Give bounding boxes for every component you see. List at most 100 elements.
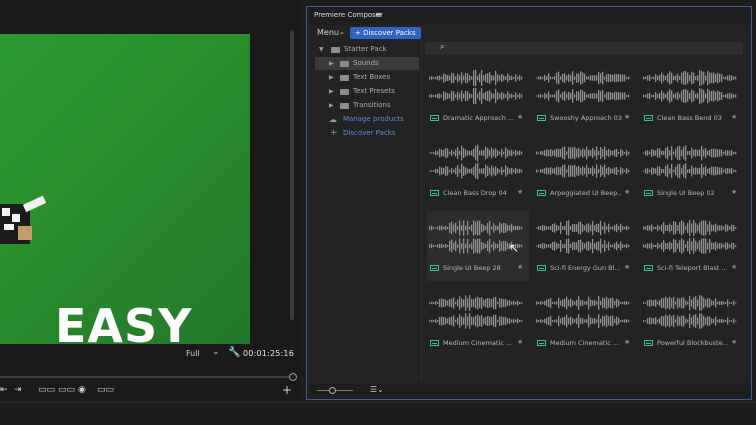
go-to-out-icon[interactable]: ⇥ xyxy=(14,385,22,395)
mark-in-icon[interactable]: ⇤ xyxy=(0,385,8,395)
chevron-down-icon[interactable]: ⌄ xyxy=(339,28,345,36)
favorite-star-icon[interactable]: ★ xyxy=(731,188,737,196)
sound-card[interactable]: Clean Bass Bend 03 ★ xyxy=(641,61,743,131)
waveform-icon xyxy=(429,295,523,329)
sound-file-icon xyxy=(537,190,546,196)
sound-card[interactable]: Clean Bass Drop 04 ★ xyxy=(427,136,529,206)
sound-card-label: Clean Bass Drop 04 xyxy=(443,189,507,197)
folder-icon xyxy=(340,75,349,81)
favorite-star-icon[interactable]: ★ xyxy=(517,188,523,196)
tree-item-label: Sounds xyxy=(353,59,379,67)
panel-footer: ☰⌄ xyxy=(307,383,751,399)
timecode-display: 00:01:25:16 xyxy=(243,349,295,358)
hand-graphic xyxy=(0,195,47,244)
favorite-star-icon[interactable]: ★ xyxy=(517,338,523,346)
waveform-icon xyxy=(643,145,737,179)
favorite-star-icon[interactable]: ★ xyxy=(517,263,523,271)
sound-card-label: Powerful Blockbuste... xyxy=(657,339,729,347)
sound-card-label: Single UI Beep 02 xyxy=(657,189,715,197)
sound-file-icon xyxy=(537,265,546,271)
status-bar xyxy=(0,402,756,425)
menu-button[interactable]: Menu xyxy=(317,28,339,37)
sound-card[interactable]: Medium Cinematic ... ★ xyxy=(534,286,636,356)
favorite-star-icon[interactable]: ★ xyxy=(624,188,630,196)
favorite-star-icon[interactable]: ★ xyxy=(624,113,630,121)
wrench-icon[interactable]: 🔧 xyxy=(228,347,240,358)
chevron-right-icon[interactable]: ▶ xyxy=(329,71,334,84)
sound-file-icon xyxy=(537,115,546,121)
compare-icon[interactable]: ▭▭ xyxy=(97,385,114,395)
favorite-star-icon[interactable]: ★ xyxy=(517,113,523,121)
tree-item-label: Starter Pack xyxy=(344,45,387,53)
panel-divider[interactable] xyxy=(421,39,422,387)
tree-item-transitions[interactable]: ▶ Transitions xyxy=(315,99,419,112)
chevron-down-icon[interactable]: ⌄ xyxy=(212,347,220,357)
pack-tree: ▼ Starter Pack ▶ Sounds ▶ Text Boxes ▶ T… xyxy=(315,43,419,383)
hamburger-icon[interactable]: ≡ xyxy=(375,10,382,19)
sound-file-icon xyxy=(430,265,439,271)
sound-card-label: Dramatic Approach ... xyxy=(443,114,515,122)
sound-card[interactable]: Sci-fi Energy Gun Bl... ★ xyxy=(534,211,636,281)
panel-title: Premiere Composer xyxy=(314,11,384,19)
waveform-icon xyxy=(536,296,630,328)
favorite-star-icon[interactable]: ★ xyxy=(731,113,737,121)
favorite-star-icon[interactable]: ★ xyxy=(624,338,630,346)
waveform-icon xyxy=(643,70,737,104)
extract-icon[interactable]: ▭▭ xyxy=(58,385,75,395)
tree-item-sounds[interactable]: ▶ Sounds xyxy=(315,57,419,70)
sound-card-label: Sci-fi Teleport Blast ... xyxy=(657,264,728,272)
tree-item-label: Transitions xyxy=(353,101,391,109)
resolution-select[interactable]: Full xyxy=(186,349,200,358)
sound-file-icon xyxy=(430,115,439,121)
sound-card[interactable]: Single UI Beep 02 ★ xyxy=(641,136,743,206)
slider-knob[interactable] xyxy=(329,387,336,394)
discover-packs-link[interactable]: + Discover Packs xyxy=(315,127,419,140)
sound-card-label: Medium Cinematic ... xyxy=(443,339,513,347)
waveform-icon xyxy=(536,220,630,254)
playhead-track[interactable] xyxy=(0,376,292,378)
waveform-icon xyxy=(429,69,523,105)
sound-card[interactable]: Arpeggiated UI Beep... ★ xyxy=(534,136,636,206)
sound-file-icon xyxy=(537,340,546,346)
chevron-right-icon[interactable]: ▶ xyxy=(329,57,334,70)
discover-packs-label[interactable]: Discover Packs xyxy=(343,127,395,140)
waveform-icon xyxy=(536,71,630,103)
folder-icon xyxy=(340,61,349,67)
tree-item-text-boxes[interactable]: ▶ Text Boxes xyxy=(315,71,419,84)
favorite-star-icon[interactable]: ★ xyxy=(731,338,737,346)
program-monitor: EASY Full ⌄ 🔧 00:01:25:16 ⇤ ⇥ ▭▭ ▭▭ ◉ ▭▭… xyxy=(0,0,300,400)
sound-card[interactable]: Swooshy Approach 03 ★ xyxy=(534,61,636,131)
sound-card[interactable]: Powerful Blockbuste... ★ xyxy=(641,286,743,356)
favorite-star-icon[interactable]: ★ xyxy=(624,263,630,271)
sound-card[interactable]: Sci-fi Teleport Blast ... ★ xyxy=(641,211,743,281)
composer-panel: Premiere Composer ≡ Menu ⌄ + Discover Pa… xyxy=(306,6,752,400)
sound-card[interactable]: Medium Cinematic ... ★ xyxy=(427,286,529,356)
mouse-cursor-icon: ↖ xyxy=(509,241,520,255)
tree-item-text-presets[interactable]: ▶ Text Presets xyxy=(315,85,419,98)
sound-card[interactable]: Dramatic Approach ... ★ xyxy=(427,61,529,131)
monitor-scrollbar[interactable] xyxy=(290,30,294,320)
video-preview[interactable]: EASY xyxy=(0,34,250,344)
panel-header: Premiere Composer ≡ xyxy=(307,7,751,25)
playhead-handle[interactable] xyxy=(289,373,297,381)
chevron-down-icon[interactable]: ▼ xyxy=(319,43,324,56)
favorite-star-icon[interactable]: ★ xyxy=(731,263,737,271)
chevron-right-icon[interactable]: ▶ xyxy=(329,99,334,112)
discover-packs-button[interactable]: + Discover Packs xyxy=(350,27,421,39)
camera-icon[interactable]: ◉ xyxy=(78,385,86,395)
sound-card-label: Sci-fi Energy Gun Bl... xyxy=(550,264,621,272)
sound-file-icon xyxy=(430,340,439,346)
search-icon[interactable]: ⌕ xyxy=(440,42,444,52)
sound-grid: Dramatic Approach ... ★ Swooshy Approach 0… xyxy=(427,61,747,381)
manage-products-label[interactable]: Manage products xyxy=(343,113,404,126)
sound-card-label: Swooshy Approach 03 xyxy=(550,114,622,122)
manage-products-link[interactable]: ☁ Manage products xyxy=(315,113,419,126)
list-view-icon[interactable]: ☰⌄ xyxy=(370,385,384,394)
add-button[interactable]: + xyxy=(282,383,292,397)
sound-file-icon xyxy=(430,190,439,196)
chevron-right-icon[interactable]: ▶ xyxy=(329,85,334,98)
sound-card-label: Arpeggiated UI Beep... xyxy=(550,189,622,197)
lift-icon[interactable]: ▭▭ xyxy=(38,385,55,395)
search-input[interactable] xyxy=(425,42,743,55)
tree-item-starter-pack[interactable]: ▼ Starter Pack xyxy=(315,43,419,56)
